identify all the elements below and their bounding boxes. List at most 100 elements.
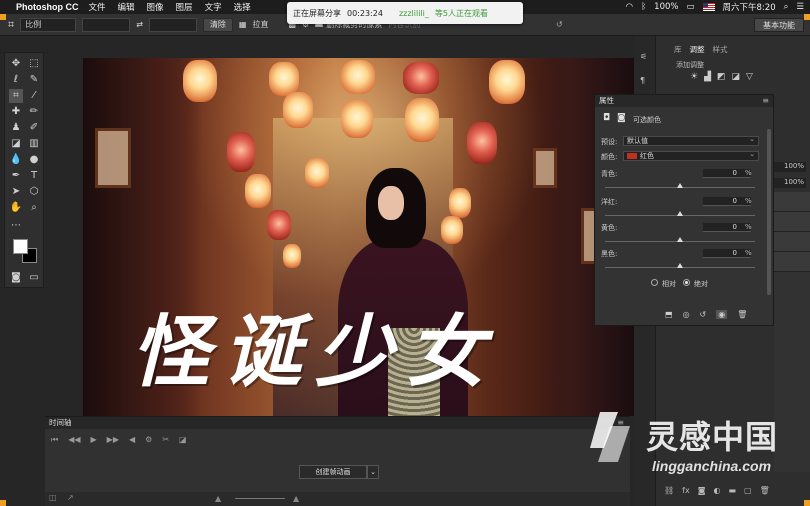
layer-row[interactable] [774,192,810,212]
magenta-slider-thumb[interactable] [677,211,683,216]
ratio-width-field[interactable] [82,17,131,32]
battery-percent[interactable]: 100% [654,2,678,12]
foreground-color-swatch[interactable] [13,239,28,254]
prev-frame-icon[interactable]: ◀◀ [68,435,80,445]
bluetooth-icon[interactable]: ᛒ [641,2,646,12]
layer-row[interactable] [774,212,810,232]
blur-tool-icon[interactable]: 💧 [9,153,23,167]
delete-adjustment-icon[interactable]: 🗑 [737,310,747,319]
crop-tool-icon[interactable]: ⌗ [9,89,23,103]
quick-mask-icon[interactable]: ◙ [9,271,23,285]
black-slider-thumb[interactable] [677,263,683,268]
screen-mode-icon[interactable]: ▭ [27,271,41,285]
tab-adjustments[interactable]: 调整 [690,44,705,55]
quick-select-tool-icon[interactable]: ✎ [27,73,41,87]
relative-label[interactable]: 相对 [662,279,676,289]
visibility-eye-icon[interactable]: ◉ [716,310,728,319]
cyan-value[interactable]: 0 [703,169,751,178]
preset-select[interactable]: 默认值 [623,135,759,146]
exposure-icon[interactable]: ◪ [732,72,741,82]
clear-button[interactable]: 清除 [202,17,233,32]
wifi-icon[interactable]: ◠ [626,2,633,12]
layer-mask-icon[interactable]: ◙ [617,113,626,123]
battery-icon[interactable]: ▭ [686,2,694,12]
tab-libraries[interactable]: 库 [674,44,682,55]
zoom-in-icon[interactable]: ▲ [293,494,299,503]
render-icon[interactable]: ↗ [67,493,74,502]
curves-icon[interactable]: ◩ [717,72,726,82]
hand-tool-icon[interactable]: ✋ [9,201,23,215]
color-select[interactable]: 红色 [623,150,759,161]
crop-tool-icon[interactable]: ⌗ [8,18,14,32]
convert-icon[interactable]: ◫ [49,493,57,502]
panel-menu-icon[interactable]: ≡ [762,96,769,105]
layer-row[interactable] [774,252,810,272]
fill-field[interactable]: 100% [772,178,806,188]
audio-icon[interactable]: ◀ [129,435,135,445]
eraser-tool-icon[interactable]: ◪ [9,137,23,151]
next-frame-icon[interactable]: ▶▶ [107,435,119,445]
opacity-field[interactable]: 100% [772,162,806,172]
workspace-select[interactable]: 基本功能 [754,18,804,32]
tab-styles[interactable]: 样式 [713,44,728,55]
brush-tool-icon[interactable]: ✏ [27,105,41,119]
clip-to-layer-icon[interactable]: ⬒ [665,310,673,319]
yellow-value[interactable]: 0 [703,223,751,232]
search-icon[interactable]: ⌕ [784,2,789,12]
timeline-settings-icon[interactable]: ⚙ [145,435,152,445]
marquee-tool-icon[interactable]: ⬚ [27,57,41,71]
properties-scrollbar[interactable] [767,129,771,295]
black-value[interactable]: 0 [703,249,751,258]
transition-icon[interactable]: ◪ [179,435,187,445]
zoom-out-icon[interactable]: ▲ [215,494,221,503]
document-canvas[interactable]: 怪诞少女 [83,58,646,416]
input-source-icon[interactable] [702,3,715,11]
ratio-height-field[interactable] [148,17,197,32]
app-menu[interactable]: Photoshop CC [16,2,79,12]
straighten-icon[interactable]: ▦ [239,20,247,29]
lasso-tool-icon[interactable]: ℓ [9,73,23,87]
yellow-slider-thumb[interactable] [677,237,683,242]
timeline-zoom-slider[interactable] [235,498,285,499]
ratio-select[interactable]: 比例 [20,17,77,32]
absolute-label[interactable]: 绝对 [694,279,708,289]
clock[interactable]: 周六下午8:20 [723,1,776,13]
menu-file[interactable]: 文件 [89,1,106,13]
gradient-tool-icon[interactable]: ▥ [27,137,41,151]
relative-radio[interactable] [651,279,658,286]
straighten-label[interactable]: 拉直 [252,19,268,30]
type-tool-icon[interactable]: T [27,169,41,183]
healing-tool-icon[interactable]: ✚ [9,105,23,119]
layer-row[interactable] [774,232,810,252]
paragraph-icon[interactable]: ¶ [640,76,645,85]
split-icon[interactable]: ✂ [162,435,169,445]
menu-select[interactable]: 选择 [234,1,251,13]
history-brush-icon[interactable]: ✐ [27,121,41,135]
cyan-slider-thumb[interactable] [677,183,683,188]
dodge-tool-icon[interactable]: ● [27,153,41,167]
move-tool-icon[interactable]: ✥ [9,57,23,71]
magenta-value[interactable]: 0 [703,197,751,206]
menu-type[interactable]: 文字 [205,1,222,13]
absolute-radio[interactable] [683,279,690,286]
eyedropper-tool-icon[interactable]: ⁄ [27,89,41,103]
menu-layer[interactable]: 图层 [176,1,193,13]
brightness-icon[interactable]: ☀ [690,72,698,82]
play-icon[interactable]: ▶ [91,435,97,445]
first-frame-icon[interactable]: ⏮ [51,435,58,445]
properties-icon[interactable]: ⚟ [640,52,647,61]
swap-icon[interactable]: ⇄ [136,20,143,29]
vibrance-icon[interactable]: ▽ [746,72,753,82]
reset-adjustment-icon[interactable]: ↺ [700,310,707,319]
menu-edit[interactable]: 编辑 [118,1,135,13]
shape-tool-icon[interactable]: ⬡ [27,185,41,199]
pen-tool-icon[interactable]: ✒ [9,169,23,183]
reset-icon[interactable]: ↺ [556,20,563,29]
more-tools-icon[interactable]: ⋯ [9,219,23,233]
stamp-tool-icon[interactable]: ♟ [9,121,23,135]
view-previous-icon[interactable]: ◎ [683,310,690,319]
zoom-tool-icon[interactable]: ⌕ [27,201,41,215]
levels-icon[interactable]: ▟ [704,72,711,82]
create-animation-dropdown[interactable]: ⌄ [367,465,379,479]
create-frame-animation-button[interactable]: 创建帧动画 [299,465,367,479]
